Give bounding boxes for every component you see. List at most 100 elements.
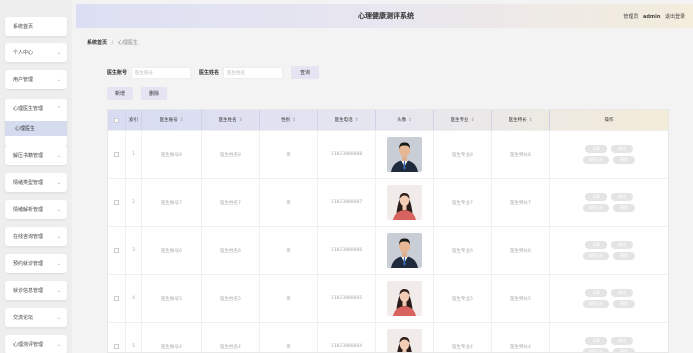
column-header-6[interactable]: 头像 ⇕ xyxy=(376,110,434,130)
user-info: 管理员 admin 退出登录 xyxy=(623,13,685,20)
column-header-3[interactable]: 医生姓名 ⇕ xyxy=(202,110,260,130)
cell-major: 医生专业6 xyxy=(434,227,492,274)
app-title: 心理健康测评系统 xyxy=(358,12,414,20)
sort-icon[interactable]: ⇕ xyxy=(180,118,184,123)
chevron-down-icon: ⌄ xyxy=(56,179,61,186)
user-name: admin xyxy=(642,13,661,20)
sidebar-item-1[interactable]: 个人中心 ⌄ xyxy=(5,43,67,62)
sidebar-item-5[interactable]: 情绪类型管理 ⌄ xyxy=(5,173,67,192)
cell-major: 医生专业5 xyxy=(434,275,492,322)
avatar-cell xyxy=(376,275,434,322)
cell-gender: 男 xyxy=(260,179,318,226)
chevron-down-icon: ⌄ xyxy=(56,76,61,83)
cell-phone: 13823888887 xyxy=(318,179,376,226)
remove-button[interactable]: 删除 xyxy=(613,156,635,164)
row-checkbox[interactable] xyxy=(114,248,119,253)
cell-major: 医生专业7 xyxy=(434,179,492,226)
remove-button[interactable]: 删除 xyxy=(613,252,635,260)
delete-button[interactable]: 删除 xyxy=(141,87,167,100)
avatar xyxy=(387,185,422,220)
chevron-down-icon: ⌄ xyxy=(56,233,61,240)
sidebar-item-10[interactable]: 交流论坛 ⌄ xyxy=(5,308,67,327)
avatar xyxy=(387,329,422,352)
view-calendar-button[interactable]: 查看日历 xyxy=(583,156,609,164)
row-checkbox[interactable] xyxy=(114,344,119,349)
view-calendar-button[interactable]: 查看日历 xyxy=(583,252,609,260)
cell-gender: 男 xyxy=(260,323,318,352)
row-checkbox[interactable] xyxy=(114,200,119,205)
detail-button[interactable]: 详情 xyxy=(585,241,607,249)
sidebar-item-label: 心理医生管理 xyxy=(13,106,44,112)
sidebar-item-9[interactable]: 就诊信息管理 ⌄ xyxy=(5,281,67,300)
remove-button[interactable]: 删除 xyxy=(613,300,635,308)
sidebar-item-3[interactable]: 心理医生管理 ⌃ xyxy=(5,99,67,118)
column-header-2[interactable]: 医生账号 ⇕ xyxy=(142,110,202,130)
edit-button[interactable]: 修改 xyxy=(611,193,633,201)
operations-cell: 详情 修改 查看日历 删除 xyxy=(550,275,668,322)
view-calendar-button[interactable]: 查看日历 xyxy=(583,204,609,212)
sidebar-item-11[interactable]: 心理测评管理 ⌄ xyxy=(5,335,67,353)
sort-icon[interactable]: ⇕ xyxy=(239,118,243,123)
avatar-cell xyxy=(376,227,434,274)
cell-index: 5 xyxy=(126,323,142,352)
cell-phone: 13823888884 xyxy=(318,323,376,352)
cell-index: 4 xyxy=(126,275,142,322)
doctor-id-input[interactable]: 医生账号 xyxy=(131,66,192,79)
row-checkbox[interactable] xyxy=(114,152,119,157)
cell-specialty: 医生特长6 xyxy=(492,227,550,274)
sidebar-item-6[interactable]: 情绪解析管理 ⌄ xyxy=(5,200,67,219)
column-header-label: 头像 xyxy=(397,118,407,123)
view-calendar-button[interactable]: 查看日历 xyxy=(583,300,609,308)
column-header-label: 医生姓名 xyxy=(218,118,237,123)
sidebar-item-2[interactable]: 用户管理 ⌄ xyxy=(5,70,67,89)
edit-button[interactable]: 修改 xyxy=(611,289,633,297)
detail-button[interactable]: 详情 xyxy=(585,289,607,297)
edit-button[interactable]: 修改 xyxy=(611,145,633,153)
sort-icon[interactable]: ⇕ xyxy=(292,118,296,123)
chevron-down-icon: ⌄ xyxy=(56,206,61,213)
sort-icon[interactable]: ⇕ xyxy=(529,118,533,123)
column-header-7[interactable]: 医生专业 ⇕ xyxy=(434,110,492,130)
edit-button[interactable]: 修改 xyxy=(611,337,633,345)
cell-account: 医生账号8 xyxy=(142,131,202,178)
detail-button[interactable]: 详情 xyxy=(585,145,607,153)
action-bar: 新增 删除 xyxy=(107,87,167,100)
add-button[interactable]: 新增 xyxy=(107,87,133,100)
remove-button[interactable]: 删除 xyxy=(613,348,635,352)
detail-button[interactable]: 详情 xyxy=(585,337,607,345)
logout-link[interactable]: 退出登录 xyxy=(665,14,685,20)
column-header-8[interactable]: 医生特长 ⇕ xyxy=(492,110,550,130)
sidebar-item-0[interactable]: 系统首页 xyxy=(5,17,67,36)
avatar-cell xyxy=(376,131,434,178)
sidebar-item-7[interactable]: 在线咨询管理 ⌄ xyxy=(5,227,67,246)
column-header-4[interactable]: 性别 ⇕ xyxy=(260,110,318,130)
select-all-checkbox[interactable] xyxy=(114,117,119,123)
sidebar-subitem-doctor[interactable]: 心理医生 xyxy=(5,121,67,136)
user-role: 管理员 xyxy=(623,13,639,20)
sort-icon[interactable]: ⇕ xyxy=(471,118,475,123)
doctor-name-input[interactable]: 医生姓名 xyxy=(223,66,284,79)
search-button[interactable]: 查询 xyxy=(291,66,320,79)
cell-account: 医生账号6 xyxy=(142,227,202,274)
sort-icon[interactable]: ⇕ xyxy=(408,118,412,123)
sidebar-item-label: 就诊信息管理 xyxy=(13,288,44,294)
cell-gender: 男 xyxy=(260,131,318,178)
view-calendar-button[interactable]: 查看日历 xyxy=(583,348,609,352)
sidebar-item-label: 心理测评管理 xyxy=(13,342,44,348)
sort-icon[interactable]: ⇕ xyxy=(355,118,359,123)
doctor-id-label: 医生账号 xyxy=(107,70,128,76)
sidebar-item-label: 情绪类型管理 xyxy=(13,180,44,186)
column-header-5[interactable]: 医生电话 ⇕ xyxy=(318,110,376,130)
cell-index: 3 xyxy=(126,227,142,274)
sidebar-item-4[interactable]: 解压书籍管理 ⌄ xyxy=(5,146,67,165)
top-header: 心理健康测评系统 管理员 admin 退出登录 xyxy=(76,4,693,28)
cell-specialty: 医生特长7 xyxy=(492,179,550,226)
edit-button[interactable]: 修改 xyxy=(611,241,633,249)
chevron-down-icon: ⌄ xyxy=(56,49,61,56)
breadcrumb-home[interactable]: 系统首页 xyxy=(87,40,107,46)
remove-button[interactable]: 删除 xyxy=(613,204,635,212)
column-header-0[interactable] xyxy=(108,110,126,130)
row-checkbox[interactable] xyxy=(114,296,119,301)
sidebar-item-8[interactable]: 预约就诊管理 ⌄ xyxy=(5,254,67,273)
detail-button[interactable]: 详情 xyxy=(585,193,607,201)
